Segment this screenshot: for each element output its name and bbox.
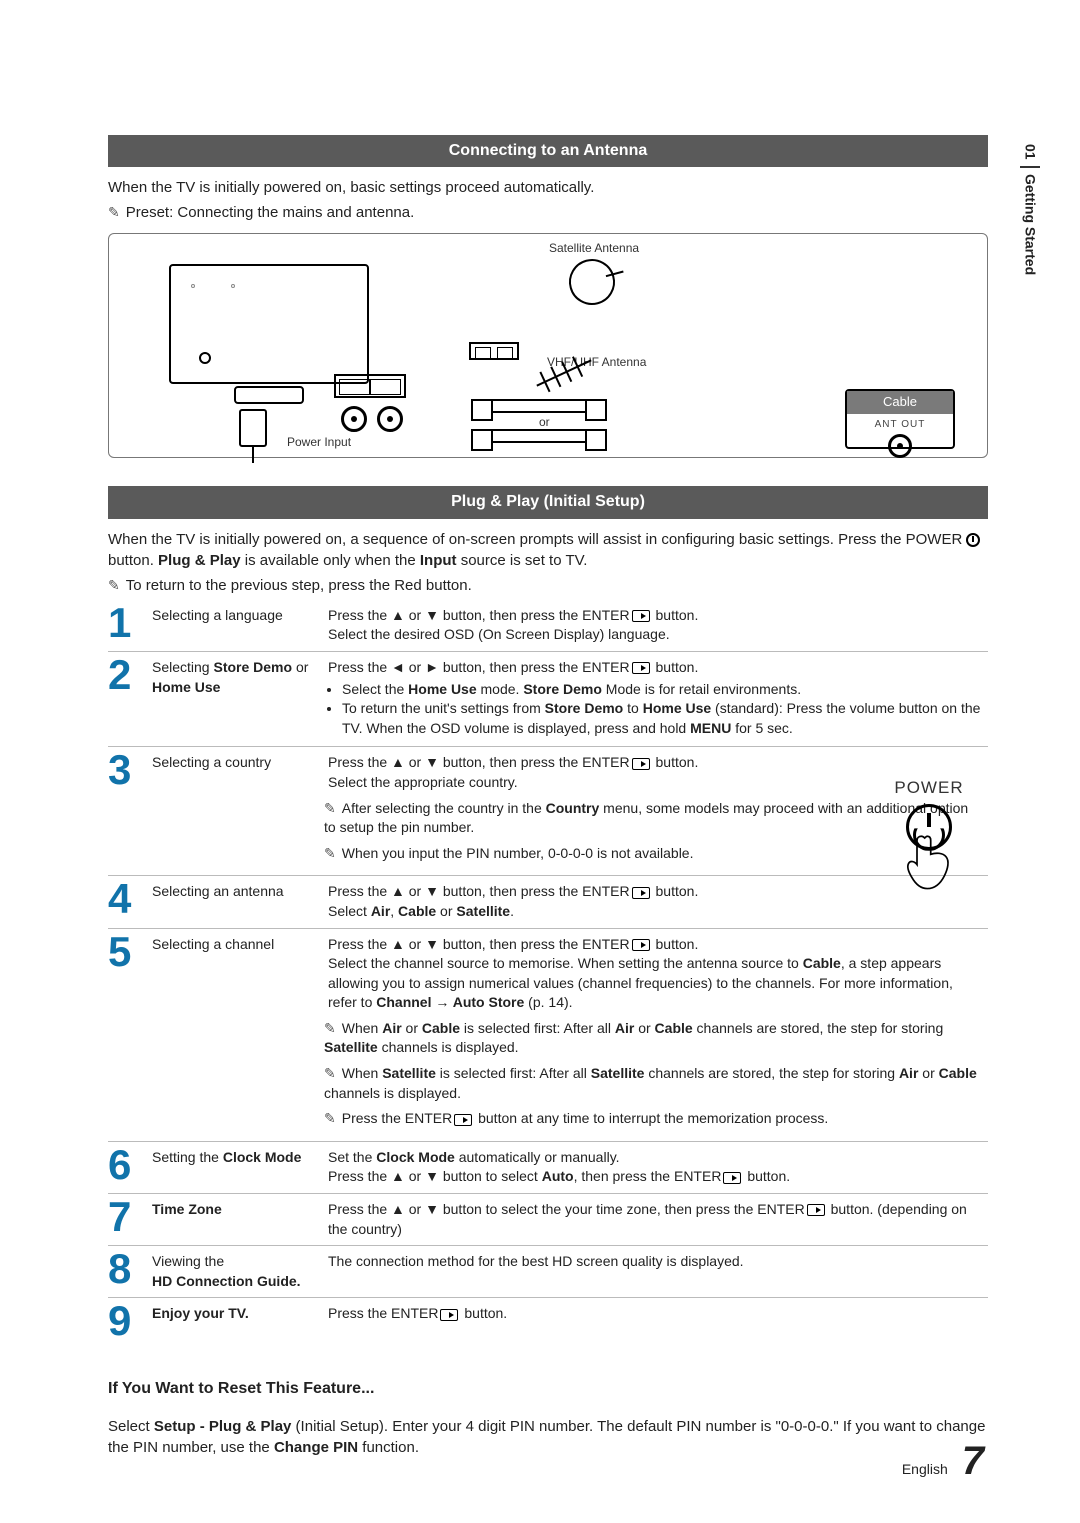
step-number: 1 [108, 600, 152, 652]
power-plug-icon [239, 409, 267, 447]
step-title: Selecting Store Demo or Home Use [152, 651, 324, 746]
plugplay-return-note: To return to the previous step, press th… [108, 575, 988, 596]
page-footer: English 7 [902, 1441, 984, 1481]
plugplay-intro: When the TV is initially powered on, a s… [108, 529, 988, 571]
step-body: Press the ▲ or ▼ button to select the yo… [324, 1194, 988, 1246]
step-body: Press the ▲ or ▼ button, then press the … [324, 928, 988, 1141]
step-number: 5 [108, 928, 152, 1141]
setup-steps-table: 1Selecting a languagePress the ▲ or ▼ bu… [108, 600, 988, 1349]
plugplay-section-title: Plug & Play (Initial Setup) [108, 486, 988, 518]
antenna-preset-note-text: Preset: Connecting the mains and antenna… [126, 204, 415, 221]
step-body: Press the ◄ or ► button, then press the … [324, 651, 988, 746]
step-title: Setting the Clock Mode [152, 1141, 324, 1193]
cable-box-icon: Cable ANT OUT [845, 389, 955, 449]
step-row: 5Selecting a channelPress the ▲ or ▼ but… [108, 928, 988, 1141]
section-title-side: Getting Started [1020, 168, 1040, 275]
step-number: 2 [108, 651, 152, 746]
enter-icon [807, 1204, 825, 1216]
enter-icon [454, 1114, 472, 1126]
step-body: Set the Clock Mode automatically or manu… [324, 1141, 988, 1193]
power-symbol-icon [966, 533, 980, 547]
step-number: 7 [108, 1194, 152, 1246]
step-title: Selecting an antenna [152, 876, 324, 928]
text: When the TV is initially powered on, a s… [108, 531, 966, 548]
coax-port-icon [341, 406, 367, 432]
cable-box-header: Cable [847, 391, 953, 413]
text: To return to the previous step, press th… [126, 577, 472, 594]
ant-in-block-icon [334, 374, 406, 398]
step-number: 6 [108, 1141, 152, 1193]
step-note: Press the ENTER button at any time to in… [324, 1109, 982, 1129]
ant-out-label: ANT OUT [847, 418, 953, 432]
enter-icon [632, 610, 650, 622]
step-body: Press the ENTER button. [324, 1298, 988, 1349]
satellite-dish-icon [564, 254, 620, 310]
hand-icon [902, 832, 956, 892]
step-body: The connection method for the best HD sc… [324, 1246, 988, 1298]
power-button-graphic: POWER [874, 776, 984, 892]
step-body: Press the ▲ or ▼ button, then press the … [324, 600, 988, 652]
ant-out-port-icon [888, 434, 912, 458]
step-note: When Air or Cable is selected first: Aft… [324, 1019, 982, 1058]
reset-heading: If You Want to Reset This Feature... [108, 1378, 988, 1400]
text: source is set to TV. [461, 552, 588, 569]
coax-connector-icon [479, 399, 599, 413]
step-title: Viewing theHD Connection Guide. [152, 1246, 324, 1298]
step-number: 3 [108, 747, 152, 876]
enter-icon [632, 758, 650, 770]
text: is available only when the [245, 552, 420, 569]
step-row: 7Time ZonePress the ▲ or ▼ button to sel… [108, 1194, 988, 1246]
step-row: 6Setting the Clock ModeSet the Clock Mod… [108, 1141, 988, 1193]
vhf-uhf-antenna-icon [536, 360, 591, 387]
enter-icon [440, 1309, 458, 1321]
step-title: Enjoy your TV. [152, 1298, 324, 1349]
splitter-icon [469, 342, 519, 360]
step-row: 9Enjoy your TV.Press the ENTER button. [108, 1298, 988, 1349]
footer-page-number: 7 [962, 1441, 984, 1481]
step-row: 2Selecting Store Demo or Home UsePress t… [108, 651, 988, 746]
section-number: 01 [1020, 140, 1040, 168]
list-item: Select the Home Use mode. Store Demo Mod… [342, 680, 982, 700]
step-row: 8Viewing theHD Connection Guide.The conn… [108, 1246, 988, 1298]
step-title: Selecting a channel [152, 928, 324, 1141]
text: button. [108, 552, 158, 569]
text: Plug & Play [158, 552, 241, 569]
text: Input [420, 552, 457, 569]
step-number: 8 [108, 1246, 152, 1298]
footer-language: English [902, 1460, 948, 1480]
satellite-label: Satellite Antenna [549, 240, 639, 257]
enter-icon [723, 1172, 741, 1184]
tv-stand-icon [234, 386, 304, 404]
antenna-section-title: Connecting to an Antenna [108, 135, 988, 167]
step-title: Time Zone [152, 1194, 324, 1246]
step-number: 9 [108, 1298, 152, 1349]
step-number: 4 [108, 876, 152, 928]
coax-port-icon [377, 406, 403, 432]
enter-icon [632, 939, 650, 951]
step-row: 1Selecting a languagePress the ▲ or ▼ bu… [108, 600, 988, 652]
step-note: When Satellite is selected first: After … [324, 1064, 982, 1103]
step-title: Selecting a language [152, 600, 324, 652]
enter-icon [632, 662, 650, 674]
antenna-diagram: Power Input Satellite Antenna VHF/UHF An… [108, 233, 988, 458]
enter-icon [632, 887, 650, 899]
section-tab: 01 Getting Started [1020, 140, 1056, 275]
step-title: Selecting a country [152, 747, 324, 876]
antenna-intro: When the TV is initially powered on, bas… [108, 177, 988, 198]
reset-text: Select Setup - Plug & Play (Initial Setu… [108, 1416, 988, 1458]
power-input-label: Power Input [287, 434, 351, 451]
coax-connector-icon [479, 429, 599, 443]
step-row: 4Selecting an antennaPress the ▲ or ▼ bu… [108, 876, 988, 928]
step-row: 3Selecting a countryPress the ▲ or ▼ but… [108, 747, 988, 876]
tv-icon [169, 264, 369, 384]
power-label: POWER [874, 776, 984, 800]
antenna-preset-note: Preset: Connecting the mains and antenna… [108, 202, 988, 223]
list-item: To return the unit's settings from Store… [342, 699, 982, 738]
